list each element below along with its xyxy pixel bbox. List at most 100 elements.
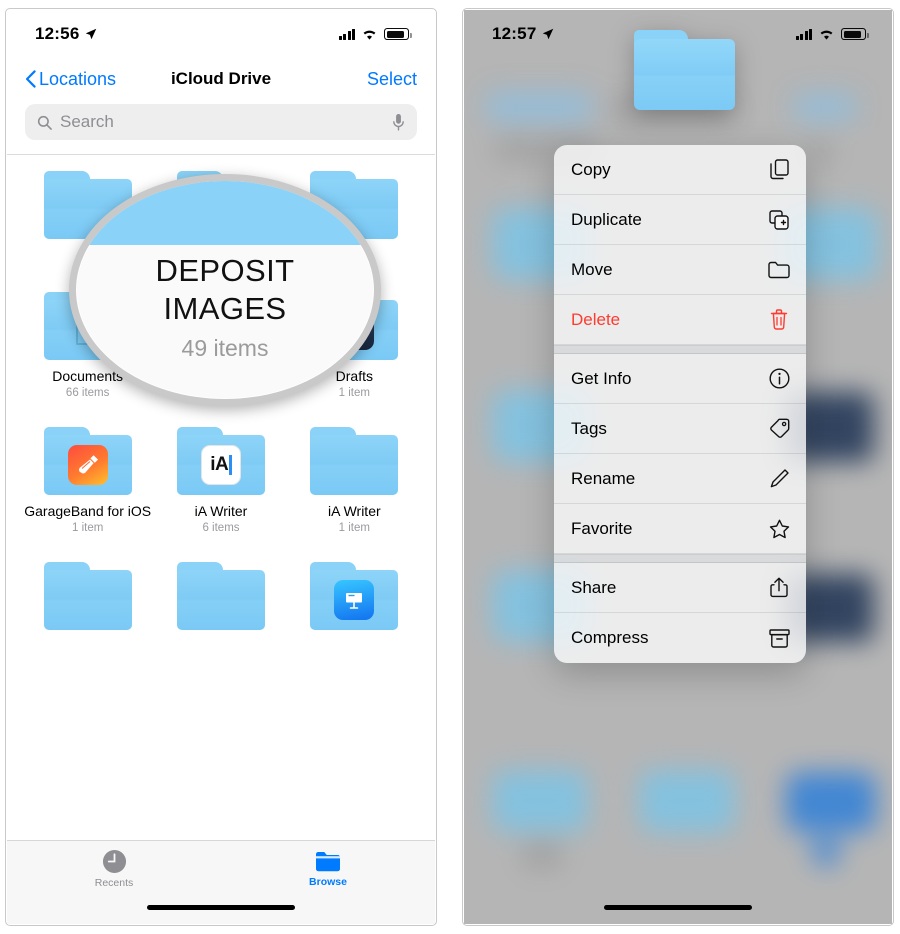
trash-icon bbox=[768, 309, 790, 331]
menu-item-delete[interactable]: Delete bbox=[554, 295, 806, 345]
folder-icon bbox=[176, 562, 265, 630]
wifi-icon bbox=[363, 30, 376, 40]
magnified-line-3: 49 items bbox=[181, 335, 269, 361]
battery-icon bbox=[384, 28, 412, 40]
home-indicator[interactable] bbox=[147, 905, 295, 910]
folder-item-garageband[interactable]: GarageBand for iOS 1 item bbox=[21, 427, 154, 534]
menu-item-duplicate[interactable]: Duplicate bbox=[554, 195, 806, 245]
folder-name: iA Writer bbox=[194, 503, 248, 519]
back-to-locations-button[interactable]: Locations bbox=[25, 69, 116, 90]
menu-item-label: Duplicate bbox=[571, 209, 642, 229]
context-menu: Copy Duplicate Move Delete Get Info Tags… bbox=[554, 145, 806, 663]
info-circle-icon bbox=[768, 368, 790, 390]
star-icon bbox=[768, 518, 790, 540]
menu-item-label: Delete bbox=[571, 309, 621, 329]
menu-item-label: Tags bbox=[571, 418, 607, 438]
folder-item-keynote[interactable] bbox=[288, 562, 421, 630]
tag-icon bbox=[768, 418, 790, 440]
menu-item-copy[interactable]: Copy bbox=[554, 145, 806, 195]
menu-item-favorite[interactable]: Favorite bbox=[554, 504, 806, 554]
microphone-icon[interactable] bbox=[392, 113, 405, 132]
copy-icon bbox=[768, 159, 790, 181]
search-icon bbox=[37, 115, 52, 130]
folder-icon bbox=[310, 562, 399, 630]
selected-folder-icon[interactable] bbox=[634, 30, 735, 110]
keynote-app-icon bbox=[334, 580, 375, 620]
magnified-folder-band bbox=[76, 181, 374, 245]
comparison-screenshot: 12:56 Locations iCloud Drive Select Sear… bbox=[0, 0, 900, 934]
wifi-icon bbox=[820, 30, 833, 40]
cellular-signal-icon bbox=[338, 28, 355, 40]
tab-browse[interactable]: Browse bbox=[221, 841, 435, 897]
menu-item-label: Move bbox=[571, 259, 613, 279]
folder-item-ia-writer-6[interactable]: iA iA Writer 6 items bbox=[154, 427, 287, 534]
home-indicator[interactable] bbox=[604, 905, 752, 910]
menu-item-label: Favorite bbox=[571, 518, 633, 538]
location-arrow-icon bbox=[543, 28, 554, 40]
archive-box-icon bbox=[768, 627, 790, 649]
status-time: 12:56 bbox=[35, 24, 80, 43]
menu-item-label: Get Info bbox=[571, 368, 632, 388]
magnified-line-2: IMAGES bbox=[163, 291, 287, 326]
folder-icon: iA bbox=[176, 427, 265, 495]
folder-count: 6 items bbox=[202, 522, 240, 534]
left-phone-frame: 12:56 Locations iCloud Drive Select Sear… bbox=[5, 8, 437, 926]
folder-icon bbox=[43, 562, 132, 630]
select-button[interactable]: Select bbox=[367, 69, 417, 90]
duplicate-icon bbox=[768, 209, 790, 231]
back-label: Locations bbox=[39, 68, 117, 89]
folder-count: 1 item bbox=[72, 522, 104, 534]
menu-item-share[interactable]: Share bbox=[554, 563, 806, 613]
folder-name: iA Writer bbox=[328, 503, 381, 519]
folder-outline-icon bbox=[768, 259, 790, 281]
menu-item-label: Rename bbox=[571, 468, 636, 488]
folder-icon bbox=[310, 427, 399, 495]
left-nav-bar: Locations iCloud Drive Select bbox=[7, 58, 435, 100]
status-indicators bbox=[795, 28, 869, 41]
folder-item[interactable] bbox=[21, 562, 154, 630]
garageband-app-icon bbox=[67, 445, 108, 485]
folder-item[interactable] bbox=[154, 562, 287, 630]
status-time-group: 12:56 bbox=[35, 24, 97, 44]
folder-item-ia-writer-1[interactable]: iA Writer 1 item bbox=[288, 427, 421, 534]
menu-item-move[interactable]: Move bbox=[554, 245, 806, 295]
status-time: 12:57 bbox=[492, 24, 537, 43]
menu-item-get-info[interactable]: Get Info bbox=[554, 354, 806, 404]
chevron-left-icon bbox=[26, 70, 36, 88]
location-arrow-icon bbox=[86, 28, 97, 40]
folder-row bbox=[21, 562, 421, 630]
tab-label: Recents bbox=[94, 877, 134, 889]
folder-name: GarageBand for iOS bbox=[24, 503, 152, 519]
folder-row: GarageBand for iOS 1 item iA iA Writer 6… bbox=[21, 427, 421, 534]
menu-item-compress[interactable]: Compress bbox=[554, 613, 806, 663]
search-container: Search bbox=[7, 100, 435, 154]
tab-label: Browse bbox=[309, 875, 347, 888]
menu-item-label: Copy bbox=[571, 159, 611, 179]
pencil-icon bbox=[768, 468, 790, 490]
battery-icon bbox=[841, 28, 869, 40]
share-icon bbox=[768, 577, 790, 599]
left-tab-bar: Recents Browse bbox=[7, 840, 435, 924]
ia-writer-app-icon: iA bbox=[200, 445, 241, 485]
folder-count: 1 item bbox=[338, 522, 370, 534]
menu-item-label: Compress bbox=[571, 628, 649, 647]
folder-count: 66 items bbox=[65, 387, 110, 399]
menu-item-tags[interactable]: Tags bbox=[554, 404, 806, 454]
left-phone-screen: 12:56 Locations iCloud Drive Select Sear… bbox=[7, 10, 435, 924]
tab-recents[interactable]: Recents bbox=[7, 841, 221, 897]
search-input[interactable]: Search bbox=[25, 104, 417, 140]
right-phone-frame: 12:57 Copy Duplicate Move Delete Get Inf… bbox=[462, 8, 894, 926]
folder-icon bbox=[43, 427, 132, 495]
folder-icon bbox=[316, 851, 340, 871]
status-time-group: 12:57 bbox=[492, 24, 554, 44]
clock-icon bbox=[102, 849, 126, 874]
magnifier-callout-deposit-images: DEPOSIT IMAGES 49 items bbox=[69, 174, 381, 406]
search-placeholder: Search bbox=[60, 112, 114, 131]
cellular-signal-icon bbox=[795, 28, 812, 40]
folder-count: 1 item bbox=[338, 387, 370, 399]
menu-item-rename[interactable]: Rename bbox=[554, 454, 806, 504]
menu-separator bbox=[554, 345, 806, 354]
right-phone-screen: 12:57 Copy Duplicate Move Delete Get Inf… bbox=[464, 10, 892, 924]
left-status-bar: 12:56 bbox=[7, 10, 435, 58]
folder-name: Drafts bbox=[335, 368, 373, 384]
